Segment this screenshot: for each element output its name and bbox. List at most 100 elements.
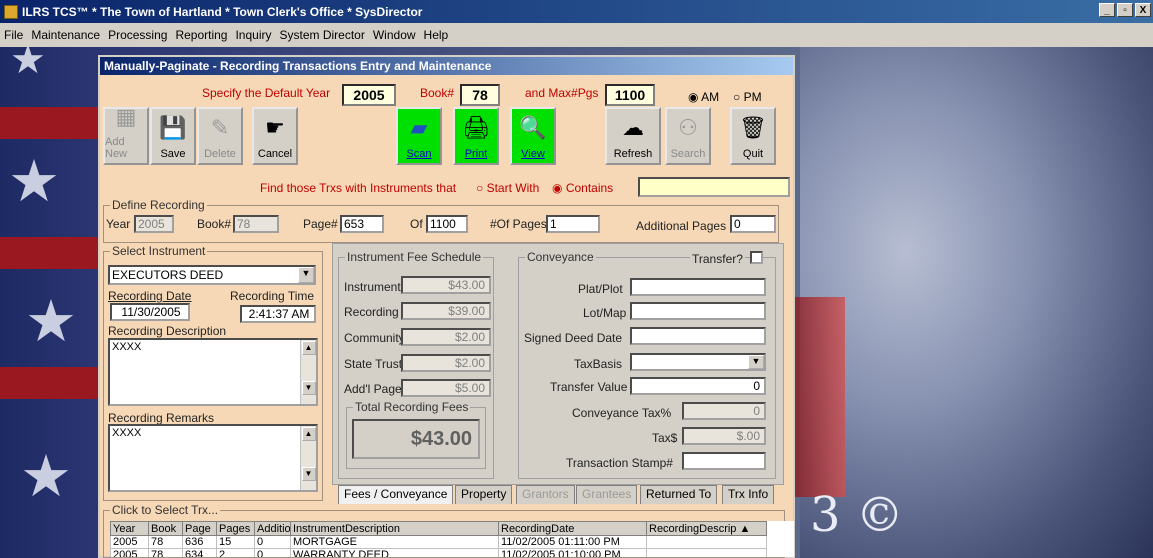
signed-deed-label: Signed Deed Date [524, 331, 623, 345]
menu-inquiry[interactable]: Inquiry [235, 28, 271, 42]
table-row[interactable]: 2005 78 636 15 0 MORTGAGE 11/02/2005 01:… [110, 535, 767, 549]
transaction-stamp-field[interactable] [682, 452, 766, 470]
chevron-down-icon[interactable]: ▼ [748, 355, 764, 369]
additional-pages-field[interactable]: 0 [730, 215, 776, 233]
start-with-radio[interactable]: ○ Start With [476, 181, 539, 195]
scan-button[interactable]: ▰ Scan [396, 107, 442, 165]
cell-additional: 0 [254, 535, 291, 549]
pm-label: PM [743, 90, 762, 104]
book-field[interactable]: 78 [233, 215, 279, 233]
trx-table[interactable]: Year Book Page Pages Additio InstrumentD… [110, 521, 767, 557]
search-button[interactable]: ⚇ Search [665, 107, 711, 165]
tab-grantees[interactable]: Grantees [576, 485, 638, 504]
recording-time-label: Recording Time [230, 289, 315, 303]
tax-field[interactable]: $.00 [682, 427, 766, 445]
recording-description-label: Recording Description [108, 324, 227, 338]
table-row[interactable]: 2005 78 634 2 0 WARRANTY DEED 11/02/2005… [110, 548, 767, 557]
restore-button[interactable]: ▫ [1117, 3, 1133, 17]
print-label: Print [464, 148, 488, 160]
minimize-button[interactable]: _ [1099, 3, 1115, 17]
am-radio[interactable]: ◉ AM [688, 90, 719, 104]
num-pages-field[interactable]: 1 [546, 215, 600, 233]
delete-label: Delete [204, 148, 236, 160]
default-book-field[interactable]: 78 [460, 84, 500, 106]
col-recording-date[interactable]: RecordingDate [498, 521, 647, 536]
col-book[interactable]: Book [148, 521, 183, 536]
tab-grantors[interactable]: Grantors [516, 485, 575, 504]
add-new-button[interactable]: ▦ Add New [103, 104, 149, 165]
search-label: Search [670, 148, 706, 160]
scroll-up-icon[interactable]: ▲ [301, 427, 316, 441]
max-pages-field[interactable]: 1100 [605, 84, 655, 106]
tab-returned-to[interactable]: Returned To [640, 485, 718, 504]
plat-label: Plat/Plot [578, 282, 623, 296]
window-title: Manually-Paginate - Recording Transactio… [100, 57, 793, 75]
save-button[interactable]: 💾 Save [150, 107, 196, 165]
col-instrument-description[interactable]: InstrumentDescription [290, 521, 499, 536]
col-additional[interactable]: Additio [254, 521, 291, 536]
view-button[interactable]: 🔍 View [510, 107, 556, 165]
scrollbar[interactable]: ▲ ▼ [300, 340, 316, 404]
signed-deed-field[interactable] [630, 327, 766, 345]
of-field[interactable]: 1100 [426, 215, 468, 233]
transfer-checkbox[interactable] [750, 251, 763, 264]
refresh-button[interactable]: ☁ Refresh [605, 107, 661, 165]
community-fee-field[interactable]: $2.00 [401, 328, 491, 346]
find-input[interactable] [638, 177, 790, 197]
lot-field[interactable] [630, 302, 766, 320]
cell-instrument: WARRANTY DEED [290, 548, 499, 557]
default-year-field[interactable]: 2005 [342, 84, 396, 106]
trx-table-container[interactable]: Year Book Page Pages Additio InstrumentD… [110, 521, 794, 557]
scroll-up-icon[interactable]: ▲ [301, 341, 316, 355]
conveyance-tax-field[interactable]: 0 [682, 402, 766, 420]
year-field[interactable]: 2005 [134, 215, 174, 233]
scrollbar[interactable]: ▲ ▼ [300, 426, 316, 490]
instrument-fee-field[interactable]: $43.00 [401, 276, 491, 294]
tab-property[interactable]: Property [455, 485, 513, 504]
transfer-value-field[interactable]: 0 [630, 377, 766, 395]
menu-maintenance[interactable]: Maintenance [31, 28, 100, 42]
recording-date-field[interactable]: 11/30/2005 [110, 303, 190, 321]
taxbasis-select[interactable]: ▼ [630, 353, 766, 371]
chevron-down-icon[interactable]: ▼ [298, 267, 314, 283]
menu-system-director[interactable]: System Director [280, 28, 365, 42]
col-recording-description-label: RecordingDescrip [649, 522, 737, 535]
tab-trx-info[interactable]: Trx Info [722, 485, 775, 504]
close-button[interactable]: X [1135, 3, 1151, 17]
recording-remarks-field[interactable]: XXXX ▲ ▼ [108, 424, 318, 492]
recording-time-field[interactable]: 2:41:37 AM [240, 305, 316, 323]
quit-label: Quit [742, 148, 764, 160]
recording-description-field[interactable]: XXXX ▲ ▼ [108, 338, 318, 406]
contains-radio[interactable]: ◉ Contains [552, 181, 613, 195]
plat-field[interactable] [630, 278, 766, 296]
col-year[interactable]: Year [110, 521, 149, 536]
scroll-down-icon[interactable]: ▼ [301, 467, 316, 481]
menu-window[interactable]: Window [373, 28, 416, 42]
app-icon [4, 4, 18, 19]
col-page[interactable]: Page [182, 521, 217, 536]
col-pages[interactable]: Pages [216, 521, 255, 536]
menu-processing[interactable]: Processing [108, 28, 167, 42]
cancel-icon: ☛ [265, 115, 285, 140]
cell-additional: 0 [254, 548, 291, 557]
cancel-button[interactable]: ☛ Cancel [252, 107, 298, 165]
pm-radio[interactable]: ○ PM [733, 90, 762, 104]
menu-help[interactable]: Help [424, 28, 449, 42]
print-button[interactable]: 🖨 Print [453, 107, 499, 165]
col-recording-description[interactable]: RecordingDescrip ▲ [646, 521, 767, 536]
menu-reporting[interactable]: Reporting [175, 28, 227, 42]
recording-fee-field[interactable]: $39.00 [401, 302, 491, 320]
conveyance-tax-label: Conveyance Tax% [572, 406, 672, 420]
scroll-down-icon[interactable]: ▼ [301, 381, 316, 395]
delete-button[interactable]: ✎ Delete [197, 107, 243, 165]
addl-page-fee-field[interactable]: $5.00 [401, 379, 491, 397]
page-field[interactable]: 653 [340, 215, 384, 233]
instrument-select[interactable]: EXECUTORS DEED ▼ [108, 265, 316, 285]
menu-file[interactable]: File [4, 28, 23, 42]
scroll-up-icon[interactable]: ▲ [740, 523, 751, 535]
quit-button[interactable]: 🗑 Quit [730, 107, 776, 165]
cell-recording-description [646, 548, 767, 557]
state-trust-fee-field[interactable]: $2.00 [401, 354, 491, 372]
tab-fees-conveyance[interactable]: Fees / Conveyance [338, 485, 454, 504]
add-new-label: Add New [105, 136, 128, 160]
